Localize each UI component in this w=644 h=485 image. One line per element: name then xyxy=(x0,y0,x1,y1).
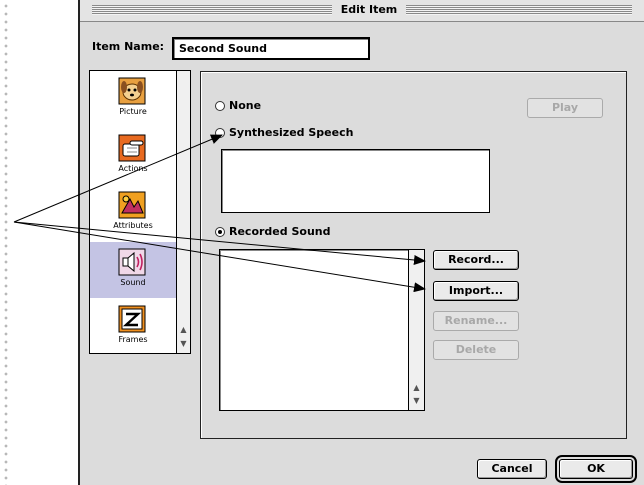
list-item-attributes[interactable]: Attributes xyxy=(90,185,176,241)
item-category-list[interactable]: Picture Actions Attributes Sound Frames … xyxy=(89,70,191,354)
list-item-sound[interactable]: Sound xyxy=(90,242,176,298)
radio-synthesized-speech-label: Synthesized Speech xyxy=(229,126,354,139)
item-name-value: Second Sound xyxy=(179,42,268,55)
list-item-label: Sound xyxy=(120,278,146,287)
radio-none[interactable] xyxy=(215,101,225,111)
scroll-up-arrow-icon[interactable]: ▲ xyxy=(177,325,190,334)
ok-button[interactable]: OK xyxy=(555,455,637,483)
radio-recorded-sound[interactable] xyxy=(215,227,225,237)
dog-picture-icon xyxy=(118,77,146,105)
record-button[interactable]: Record... xyxy=(433,250,519,270)
list-item-label: Attributes xyxy=(113,221,153,230)
list-item-label: Actions xyxy=(118,164,148,173)
radio-synthesized-speech[interactable] xyxy=(215,128,225,138)
list-item-label: Frames xyxy=(118,335,148,344)
item-name-field[interactable]: Second Sound xyxy=(172,37,370,60)
radio-none-label: None xyxy=(229,99,262,112)
item-name-label: Item Name: xyxy=(92,40,165,53)
window-title: Edit Item xyxy=(332,2,406,18)
icon-list-scrollbar[interactable]: ▲ ▼ xyxy=(176,71,190,353)
sounds-list-scrollbar[interactable]: ▲ ▼ xyxy=(408,250,424,410)
play-button[interactable]: Play xyxy=(527,98,603,118)
list-item-frames[interactable]: Frames xyxy=(90,299,176,355)
scroll-up-arrow-icon[interactable]: ▲ xyxy=(409,383,424,392)
page-margin-dots xyxy=(0,0,12,485)
speaker-icon xyxy=(118,248,146,276)
rename-button[interactable]: Rename... xyxy=(433,311,519,331)
hand-pointer-icon xyxy=(118,134,146,162)
scroll-down-arrow-icon[interactable]: ▼ xyxy=(409,396,424,405)
radio-recorded-sound-label: Recorded Sound xyxy=(229,225,331,238)
attributes-icon xyxy=(118,191,146,219)
speech-text-area[interactable] xyxy=(221,149,490,213)
list-item-label: Picture xyxy=(119,107,147,116)
delete-button[interactable]: Delete xyxy=(433,340,519,360)
film-frames-icon xyxy=(118,305,146,333)
cancel-button[interactable]: Cancel xyxy=(477,459,547,479)
list-item-actions[interactable]: Actions xyxy=(90,128,176,184)
list-item-picture[interactable]: Picture xyxy=(90,71,176,127)
import-button[interactable]: Import... xyxy=(433,281,519,301)
scroll-down-arrow-icon[interactable]: ▼ xyxy=(177,339,190,348)
recorded-sounds-list[interactable]: ▲ ▼ xyxy=(219,249,425,411)
